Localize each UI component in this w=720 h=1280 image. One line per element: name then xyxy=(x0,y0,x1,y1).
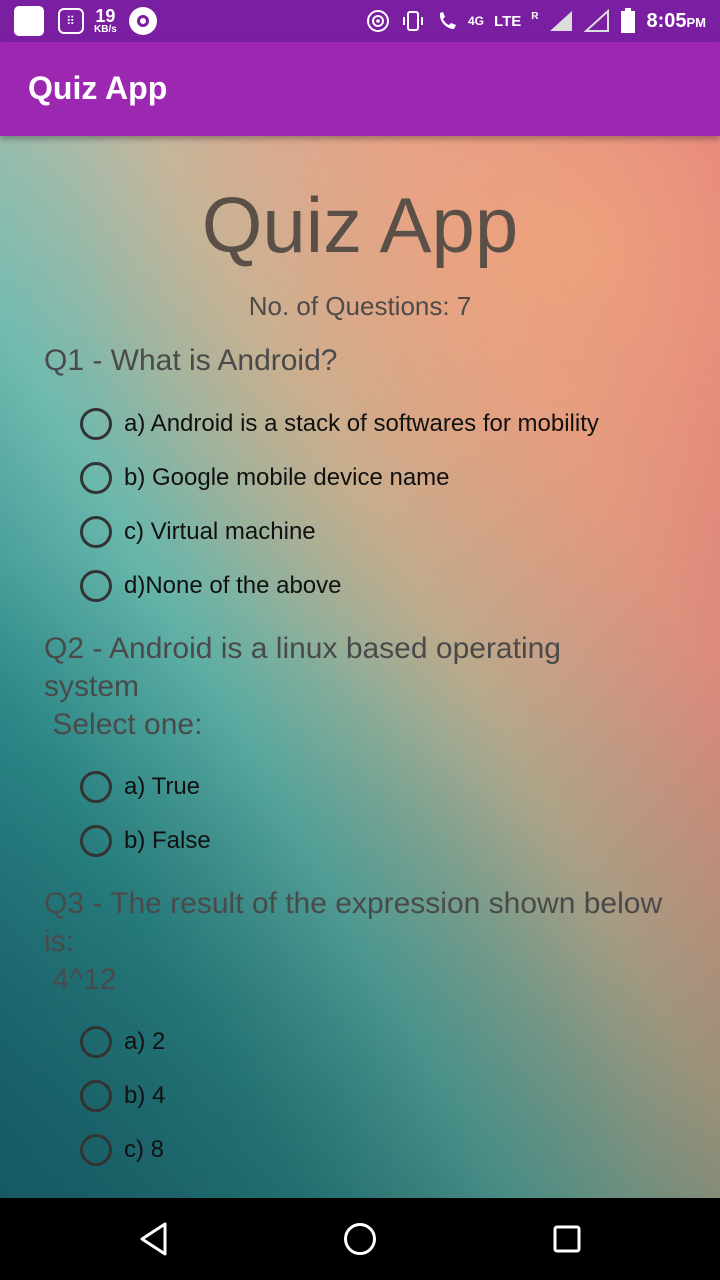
app-bar: Quiz App xyxy=(0,42,720,136)
option-label: a) 2 xyxy=(124,1028,166,1055)
app-bar-title: Quiz App xyxy=(28,70,168,106)
question-1: Q1 - What is Android? xyxy=(44,344,338,377)
network-speed-unit: KB/s xyxy=(94,24,117,35)
q3-option-b[interactable]: b) 4 xyxy=(80,1079,165,1113)
radio-button-icon[interactable] xyxy=(80,825,112,857)
option-label: d)None of the above xyxy=(124,572,342,599)
lte-label: LTE xyxy=(494,12,522,30)
keypad-icon: ⠿ xyxy=(58,8,84,34)
signal-strength-icon xyxy=(550,11,573,31)
radio-button-icon[interactable] xyxy=(80,1080,112,1112)
question-count: No. of Questions: 7 xyxy=(248,291,472,321)
option-label: b) False xyxy=(124,827,211,854)
radio-button-icon[interactable] xyxy=(80,771,112,803)
radio-button-icon[interactable] xyxy=(80,408,112,440)
q3-option-a[interactable]: a) 2 xyxy=(80,1025,165,1059)
clock: 8:05PM xyxy=(646,10,706,33)
q2-option-a[interactable]: a) True xyxy=(80,770,200,804)
network-speed-value: 19 xyxy=(95,6,116,26)
radio-button-icon[interactable] xyxy=(80,516,112,548)
status-bar: ⠿ 19 KB/s 4G LTE R 8:05PM xyxy=(0,0,720,42)
question-3: Q3 - The result of the expression shown … xyxy=(44,887,663,996)
notification-square-icon xyxy=(14,6,44,36)
q1-option-b[interactable]: b) Google mobile device name xyxy=(80,461,450,495)
option-label: c) 8 xyxy=(124,1136,165,1163)
network-type-label: 4G xyxy=(468,14,485,28)
volte-call-icon xyxy=(439,12,456,29)
home-circle-icon[interactable] xyxy=(342,1220,378,1258)
signal-empty-icon xyxy=(584,9,610,32)
option-label: c) Virtual machine xyxy=(124,518,316,545)
battery-icon xyxy=(621,8,636,33)
question-2: Q2 - Android is a linux based operating … xyxy=(44,632,561,741)
hotspot-icon xyxy=(367,10,389,32)
q1-option-a[interactable]: a) Android is a stack of softwares for m… xyxy=(80,407,599,441)
vibrate-icon xyxy=(403,11,423,31)
sync-ring-icon xyxy=(128,7,157,35)
q2-option-b[interactable]: b) False xyxy=(80,824,211,858)
navigation-bar xyxy=(0,1198,720,1280)
q1-option-c[interactable]: c) Virtual machine xyxy=(80,515,316,549)
clock-suffix: PM xyxy=(686,14,707,30)
option-label: b) 4 xyxy=(124,1082,166,1109)
option-label: a) Android is a stack of softwares for m… xyxy=(124,410,599,437)
radio-button-icon[interactable] xyxy=(80,1134,112,1166)
q1-option-d[interactable]: d)None of the above xyxy=(80,569,342,603)
page-title: Quiz App xyxy=(201,181,519,269)
roaming-label: R xyxy=(531,10,539,22)
option-label: a) True xyxy=(124,773,201,800)
option-label: b) Google mobile device name xyxy=(124,464,450,491)
radio-button-icon[interactable] xyxy=(80,570,112,602)
clock-time: 8:05 xyxy=(646,9,687,32)
quiz-content[interactable]: Quiz App No. of Questions: 7 Q1 - What i… xyxy=(0,136,720,1198)
radio-button-icon[interactable] xyxy=(80,1026,112,1058)
recent-square-icon[interactable] xyxy=(551,1220,583,1258)
radio-button-icon[interactable] xyxy=(80,462,112,494)
q3-option-c[interactable]: c) 8 xyxy=(80,1133,164,1167)
back-triangle-icon[interactable] xyxy=(138,1220,170,1258)
network-speed: 19 KB/s xyxy=(94,7,117,35)
